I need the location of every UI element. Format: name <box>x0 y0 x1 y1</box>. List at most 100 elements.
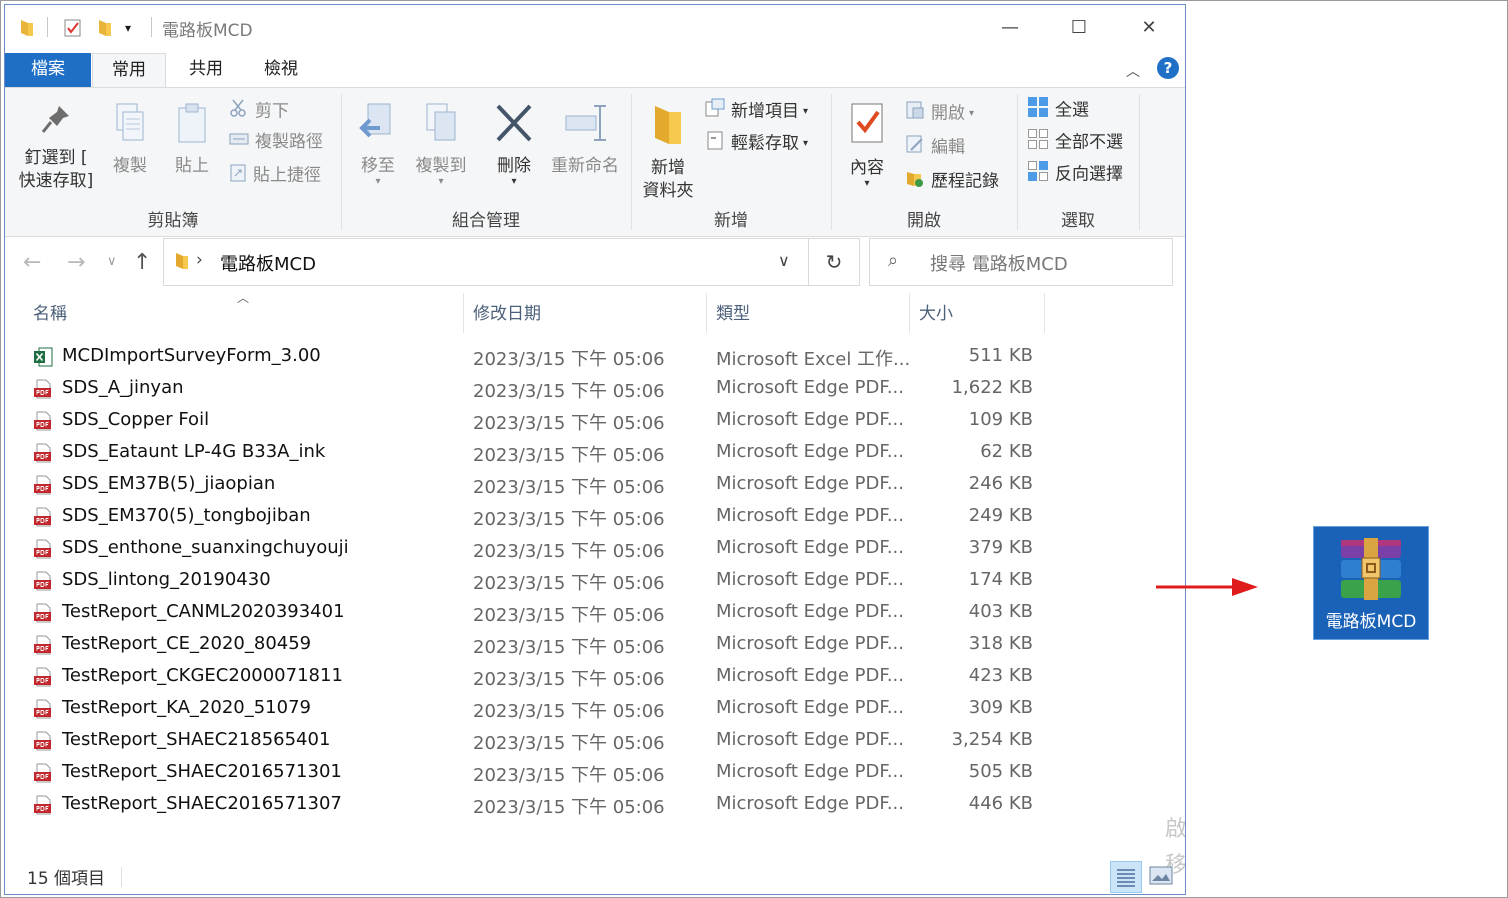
tab-home[interactable]: 常用 <box>92 53 166 88</box>
file-date: 2023/3/15 下午 05:06 <box>473 381 665 402</box>
delete-button[interactable]: 刪除 ▾ <box>489 102 539 187</box>
paste-button[interactable]: 貼上 <box>165 102 219 178</box>
rename-button[interactable]: 重新命名 <box>545 102 625 178</box>
new-group-label: 新增 <box>714 211 748 231</box>
refresh-button[interactable]: ↻ <box>808 238 860 286</box>
file-type: Microsoft Edge PDF... <box>716 601 904 622</box>
column-separator[interactable] <box>909 293 910 333</box>
file-row[interactable]: SDS_A_jinyan 2023/3/15 下午 05:06 Microsof… <box>5 373 1185 405</box>
select-none-label: 全部不選 <box>1055 132 1123 153</box>
breadcrumb-current[interactable]: 電路板MCD <box>220 250 316 276</box>
select-none-button[interactable]: 全部不選 <box>1027 128 1123 157</box>
search-box[interactable]: ⌕ 搜尋 電路板MCD <box>869 238 1173 286</box>
desktop-archive-shortcut[interactable]: 電路板MCD <box>1313 526 1429 640</box>
file-row[interactable]: SDS_lintong_20190430 2023/3/15 下午 05:06 … <box>5 565 1185 597</box>
tab-view[interactable]: 檢視 <box>248 53 314 87</box>
file-size: 423 KB <box>968 665 1033 686</box>
history-button[interactable]: 歷程記錄 <box>905 168 999 195</box>
file-size: 511 KB <box>968 345 1033 366</box>
red-arrow-annotation <box>1156 578 1258 596</box>
file-name: TestReport_CE_2020_80459 <box>62 633 312 654</box>
file-row[interactable]: TestReport_CE_2020_80459 2023/3/15 下午 05… <box>5 629 1185 661</box>
column-header-size[interactable]: 大小 <box>919 299 953 324</box>
file-row[interactable]: SDS_Eataunt LP-4G B33A_ink 2023/3/15 下午 … <box>5 437 1185 469</box>
sort-ascending-icon: ︿ <box>237 291 250 305</box>
forward-arrow-icon[interactable]: → <box>67 250 85 275</box>
column-header-name[interactable]: 名稱 <box>33 299 67 324</box>
file-name: TestReport_SHAEC2016571301 <box>62 761 342 782</box>
file-name: TestReport_KA_2020_51079 <box>62 697 311 718</box>
close-button[interactable]: ✕ <box>1129 13 1169 43</box>
file-row[interactable]: TestReport_KA_2020_51079 2023/3/15 下午 05… <box>5 693 1185 725</box>
new-item-button[interactable]: 新增項目 ▾ <box>705 98 808 125</box>
file-row[interactable]: TestReport_CKGEC2000071811 2023/3/15 下午 … <box>5 661 1185 693</box>
new-folder-button[interactable]: 新增 資料夾 <box>637 102 699 203</box>
pdf-icon <box>33 411 53 436</box>
collapse-ribbon-icon[interactable]: ︿ <box>1126 61 1140 81</box>
copy-path-button[interactable]: 複製路徑 <box>229 130 323 154</box>
file-row[interactable]: TestReport_SHAEC218565401 2023/3/15 下午 0… <box>5 725 1185 757</box>
cut-button[interactable]: 剪下 <box>229 98 289 125</box>
properties-button[interactable]: 內容 ▾ <box>841 102 893 189</box>
file-type: Microsoft Edge PDF... <box>716 569 904 590</box>
clipboard-icon <box>165 102 219 151</box>
clipboard-group-label: 剪貼簿 <box>147 211 199 231</box>
pdf-icon <box>33 603 53 628</box>
details-view-button[interactable] <box>1110 861 1142 893</box>
paste-shortcut-icon <box>229 162 247 189</box>
large-icons-view-button[interactable] <box>1149 865 1173 887</box>
move-to-button[interactable]: 移至 ▾ <box>351 102 405 187</box>
file-date: 2023/3/15 下午 05:06 <box>473 765 665 786</box>
file-date: 2023/3/15 下午 05:06 <box>473 733 665 754</box>
pin-quick-access-button[interactable]: 釘選到 [ 快速存取] <box>13 102 99 193</box>
file-row[interactable]: SDS_EM370(5)_tongbojiban 2023/3/15 下午 05… <box>5 501 1185 533</box>
edit-icon <box>905 134 925 161</box>
easy-access-button[interactable]: 輕鬆存取 ▾ <box>705 130 808 157</box>
column-header-date[interactable]: 修改日期 <box>473 299 541 324</box>
properties-dropdown-icon: ▾ <box>864 178 870 189</box>
customize-toolbar-icon[interactable]: ▾ <box>125 21 131 35</box>
breadcrumb-chevron-icon[interactable]: › <box>196 250 203 270</box>
file-row[interactable]: TestReport_SHAEC2016571301 2023/3/15 下午 … <box>5 757 1185 789</box>
tab-file[interactable]: 檔案 <box>5 53 91 87</box>
file-size: 249 KB <box>968 505 1033 526</box>
help-icon[interactable]: ? <box>1157 57 1179 79</box>
select-all-label: 全選 <box>1055 100 1089 121</box>
paste-shortcut-button[interactable]: 貼上捷徑 <box>229 162 321 189</box>
column-header-type[interactable]: 類型 <box>716 299 750 324</box>
recent-locations-icon[interactable]: ∨ <box>107 254 117 269</box>
new-folder-icon[interactable] <box>97 18 113 42</box>
maximize-button[interactable]: ☐ <box>1059 13 1099 43</box>
back-arrow-icon[interactable]: ← <box>23 250 41 275</box>
ribbon-tabs: 檔案 常用 共用 檢視 ︿ <box>5 51 1185 88</box>
rename-label: 重新命名 <box>551 156 619 176</box>
tab-share[interactable]: 共用 <box>171 53 241 87</box>
column-separator[interactable] <box>1044 293 1045 333</box>
organize-group-label: 組合管理 <box>452 211 520 231</box>
open-button[interactable]: 開啟 ▾ <box>905 100 974 127</box>
address-dropdown-icon[interactable]: ∨ <box>778 251 790 270</box>
properties-check-icon[interactable] <box>63 18 83 42</box>
file-row[interactable]: TestReport_CANML2020393401 2023/3/15 下午 … <box>5 597 1185 629</box>
select-all-button[interactable]: 全選 <box>1027 96 1089 125</box>
file-row[interactable]: SDS_enthone_suanxingchuyouji 2023/3/15 下… <box>5 533 1185 565</box>
file-row[interactable]: TestReport_SHAEC2016571307 2023/3/15 下午 … <box>5 789 1185 821</box>
column-separator[interactable] <box>463 293 464 333</box>
address-bar[interactable]: › 電路板MCD ∨ <box>163 238 809 286</box>
pdf-icon <box>33 443 53 468</box>
invert-selection-button[interactable]: 反向選擇 <box>1027 160 1123 189</box>
minimize-button[interactable]: — <box>990 13 1030 43</box>
file-row[interactable]: MCDImportSurveyForm_3.00 2023/3/15 下午 05… <box>5 341 1185 373</box>
copy-button[interactable]: 複製 <box>103 102 157 178</box>
copy-to-button[interactable]: 複製到 ▾ <box>409 102 473 187</box>
title-separator <box>151 17 152 37</box>
file-name: TestReport_SHAEC218565401 <box>62 729 331 750</box>
edit-button[interactable]: 編輯 <box>905 134 965 161</box>
large-icons-view-icon <box>1149 866 1173 885</box>
file-row[interactable]: SDS_EM37B(5)_jiaopian 2023/3/15 下午 05:06… <box>5 469 1185 501</box>
column-separator[interactable] <box>706 293 707 333</box>
file-type: Microsoft Edge PDF... <box>716 473 904 494</box>
pdf-icon <box>33 635 53 660</box>
file-row[interactable]: SDS_Copper Foil 2023/3/15 下午 05:06 Micro… <box>5 405 1185 437</box>
up-arrow-icon[interactable]: ↑ <box>133 250 151 275</box>
